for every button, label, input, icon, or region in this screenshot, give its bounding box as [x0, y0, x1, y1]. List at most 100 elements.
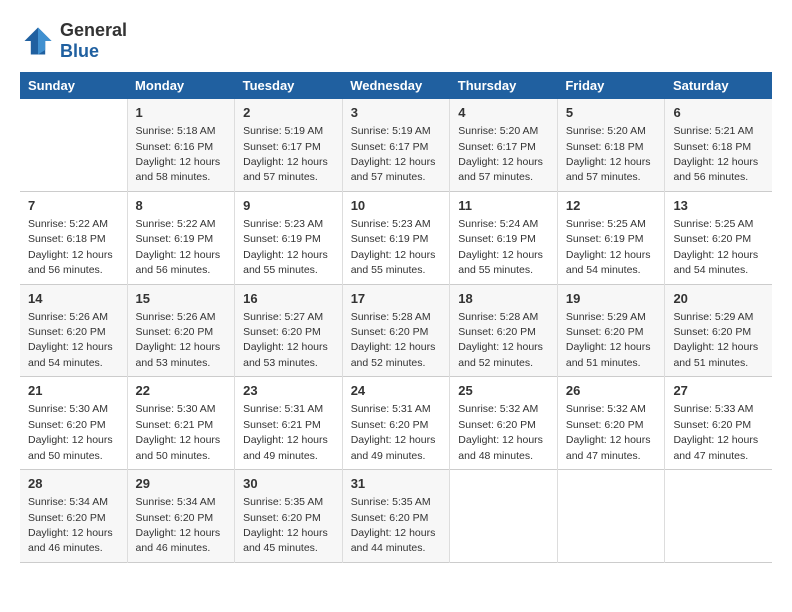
calendar-cell: 10 Sunrise: 5:23 AMSunset: 6:19 PMDaylig…	[342, 191, 450, 284]
sunrise-text: Sunrise: 5:35 AMSunset: 6:20 PMDaylight:…	[351, 496, 436, 554]
sunrise-text: Sunrise: 5:23 AMSunset: 6:19 PMDaylight:…	[351, 218, 436, 276]
week-row-3: 14 Sunrise: 5:26 AMSunset: 6:20 PMDaylig…	[20, 284, 772, 377]
day-number: 27	[673, 382, 764, 400]
day-number: 22	[136, 382, 227, 400]
sunrise-text: Sunrise: 5:34 AMSunset: 6:20 PMDaylight:…	[136, 496, 221, 554]
sunrise-text: Sunrise: 5:32 AMSunset: 6:20 PMDaylight:…	[566, 403, 651, 461]
sunrise-text: Sunrise: 5:35 AMSunset: 6:20 PMDaylight:…	[243, 496, 328, 554]
header-monday: Monday	[127, 72, 235, 99]
calendar-cell: 11 Sunrise: 5:24 AMSunset: 6:19 PMDaylig…	[450, 191, 558, 284]
day-number: 10	[351, 197, 442, 215]
day-number: 23	[243, 382, 334, 400]
day-number: 21	[28, 382, 119, 400]
calendar-cell: 23 Sunrise: 5:31 AMSunset: 6:21 PMDaylig…	[235, 377, 343, 470]
calendar-cell: 21 Sunrise: 5:30 AMSunset: 6:20 PMDaylig…	[20, 377, 127, 470]
sunrise-text: Sunrise: 5:24 AMSunset: 6:19 PMDaylight:…	[458, 218, 543, 276]
calendar-cell: 12 Sunrise: 5:25 AMSunset: 6:19 PMDaylig…	[557, 191, 665, 284]
calendar-cell: 15 Sunrise: 5:26 AMSunset: 6:20 PMDaylig…	[127, 284, 235, 377]
header-friday: Friday	[557, 72, 665, 99]
day-number: 25	[458, 382, 549, 400]
calendar-cell: 7 Sunrise: 5:22 AMSunset: 6:18 PMDayligh…	[20, 191, 127, 284]
day-number: 4	[458, 104, 549, 122]
sunrise-text: Sunrise: 5:28 AMSunset: 6:20 PMDaylight:…	[351, 311, 436, 369]
day-number: 17	[351, 290, 442, 308]
day-number: 31	[351, 475, 442, 493]
sunrise-text: Sunrise: 5:18 AMSunset: 6:16 PMDaylight:…	[136, 125, 221, 183]
calendar-cell: 31 Sunrise: 5:35 AMSunset: 6:20 PMDaylig…	[342, 470, 450, 563]
sunrise-text: Sunrise: 5:30 AMSunset: 6:20 PMDaylight:…	[28, 403, 113, 461]
day-number: 16	[243, 290, 334, 308]
header-thursday: Thursday	[450, 72, 558, 99]
sunrise-text: Sunrise: 5:20 AMSunset: 6:18 PMDaylight:…	[566, 125, 651, 183]
day-number: 1	[136, 104, 227, 122]
calendar-cell: 27 Sunrise: 5:33 AMSunset: 6:20 PMDaylig…	[665, 377, 772, 470]
sunrise-text: Sunrise: 5:25 AMSunset: 6:20 PMDaylight:…	[673, 218, 758, 276]
calendar-cell: 28 Sunrise: 5:34 AMSunset: 6:20 PMDaylig…	[20, 470, 127, 563]
week-row-2: 7 Sunrise: 5:22 AMSunset: 6:18 PMDayligh…	[20, 191, 772, 284]
header-tuesday: Tuesday	[235, 72, 343, 99]
sunrise-text: Sunrise: 5:30 AMSunset: 6:21 PMDaylight:…	[136, 403, 221, 461]
calendar-cell	[20, 99, 127, 191]
sunrise-text: Sunrise: 5:32 AMSunset: 6:20 PMDaylight:…	[458, 403, 543, 461]
day-number: 8	[136, 197, 227, 215]
day-number: 7	[28, 197, 119, 215]
calendar-cell: 29 Sunrise: 5:34 AMSunset: 6:20 PMDaylig…	[127, 470, 235, 563]
sunrise-text: Sunrise: 5:29 AMSunset: 6:20 PMDaylight:…	[673, 311, 758, 369]
calendar-cell: 24 Sunrise: 5:31 AMSunset: 6:20 PMDaylig…	[342, 377, 450, 470]
sunrise-text: Sunrise: 5:31 AMSunset: 6:21 PMDaylight:…	[243, 403, 328, 461]
calendar-cell: 9 Sunrise: 5:23 AMSunset: 6:19 PMDayligh…	[235, 191, 343, 284]
header-sunday: Sunday	[20, 72, 127, 99]
sunrise-text: Sunrise: 5:21 AMSunset: 6:18 PMDaylight:…	[673, 125, 758, 183]
header: General Blue	[20, 20, 772, 62]
week-row-5: 28 Sunrise: 5:34 AMSunset: 6:20 PMDaylig…	[20, 470, 772, 563]
calendar-cell: 6 Sunrise: 5:21 AMSunset: 6:18 PMDayligh…	[665, 99, 772, 191]
day-number: 15	[136, 290, 227, 308]
calendar-cell: 13 Sunrise: 5:25 AMSunset: 6:20 PMDaylig…	[665, 191, 772, 284]
sunrise-text: Sunrise: 5:22 AMSunset: 6:19 PMDaylight:…	[136, 218, 221, 276]
calendar-cell: 16 Sunrise: 5:27 AMSunset: 6:20 PMDaylig…	[235, 284, 343, 377]
day-number: 14	[28, 290, 119, 308]
calendar-cell: 30 Sunrise: 5:35 AMSunset: 6:20 PMDaylig…	[235, 470, 343, 563]
calendar-cell: 19 Sunrise: 5:29 AMSunset: 6:20 PMDaylig…	[557, 284, 665, 377]
calendar-cell: 3 Sunrise: 5:19 AMSunset: 6:17 PMDayligh…	[342, 99, 450, 191]
calendar-cell: 8 Sunrise: 5:22 AMSunset: 6:19 PMDayligh…	[127, 191, 235, 284]
logo: General Blue	[20, 20, 127, 62]
calendar-cell	[557, 470, 665, 563]
sunrise-text: Sunrise: 5:19 AMSunset: 6:17 PMDaylight:…	[351, 125, 436, 183]
sunrise-text: Sunrise: 5:26 AMSunset: 6:20 PMDaylight:…	[136, 311, 221, 369]
day-number: 28	[28, 475, 119, 493]
calendar-cell: 18 Sunrise: 5:28 AMSunset: 6:20 PMDaylig…	[450, 284, 558, 377]
calendar-cell	[450, 470, 558, 563]
day-number: 24	[351, 382, 442, 400]
calendar-cell: 22 Sunrise: 5:30 AMSunset: 6:21 PMDaylig…	[127, 377, 235, 470]
calendar-cell: 14 Sunrise: 5:26 AMSunset: 6:20 PMDaylig…	[20, 284, 127, 377]
calendar-cell	[665, 470, 772, 563]
day-number: 20	[673, 290, 764, 308]
day-number: 3	[351, 104, 442, 122]
sunrise-text: Sunrise: 5:25 AMSunset: 6:19 PMDaylight:…	[566, 218, 651, 276]
calendar-cell: 17 Sunrise: 5:28 AMSunset: 6:20 PMDaylig…	[342, 284, 450, 377]
week-row-4: 21 Sunrise: 5:30 AMSunset: 6:20 PMDaylig…	[20, 377, 772, 470]
day-number: 29	[136, 475, 227, 493]
day-number: 6	[673, 104, 764, 122]
calendar-cell: 2 Sunrise: 5:19 AMSunset: 6:17 PMDayligh…	[235, 99, 343, 191]
day-number: 2	[243, 104, 334, 122]
calendar-body: 1 Sunrise: 5:18 AMSunset: 6:16 PMDayligh…	[20, 99, 772, 562]
day-number: 18	[458, 290, 549, 308]
calendar-table: SundayMondayTuesdayWednesdayThursdayFrid…	[20, 72, 772, 563]
sunrise-text: Sunrise: 5:26 AMSunset: 6:20 PMDaylight:…	[28, 311, 113, 369]
calendar-cell: 25 Sunrise: 5:32 AMSunset: 6:20 PMDaylig…	[450, 377, 558, 470]
sunrise-text: Sunrise: 5:20 AMSunset: 6:17 PMDaylight:…	[458, 125, 543, 183]
calendar-cell: 20 Sunrise: 5:29 AMSunset: 6:20 PMDaylig…	[665, 284, 772, 377]
sunrise-text: Sunrise: 5:22 AMSunset: 6:18 PMDaylight:…	[28, 218, 113, 276]
day-number: 12	[566, 197, 657, 215]
calendar-cell: 5 Sunrise: 5:20 AMSunset: 6:18 PMDayligh…	[557, 99, 665, 191]
header-saturday: Saturday	[665, 72, 772, 99]
sunrise-text: Sunrise: 5:28 AMSunset: 6:20 PMDaylight:…	[458, 311, 543, 369]
calendar-cell: 26 Sunrise: 5:32 AMSunset: 6:20 PMDaylig…	[557, 377, 665, 470]
day-number: 13	[673, 197, 764, 215]
day-number: 5	[566, 104, 657, 122]
sunrise-text: Sunrise: 5:34 AMSunset: 6:20 PMDaylight:…	[28, 496, 113, 554]
day-number: 9	[243, 197, 334, 215]
sunrise-text: Sunrise: 5:27 AMSunset: 6:20 PMDaylight:…	[243, 311, 328, 369]
